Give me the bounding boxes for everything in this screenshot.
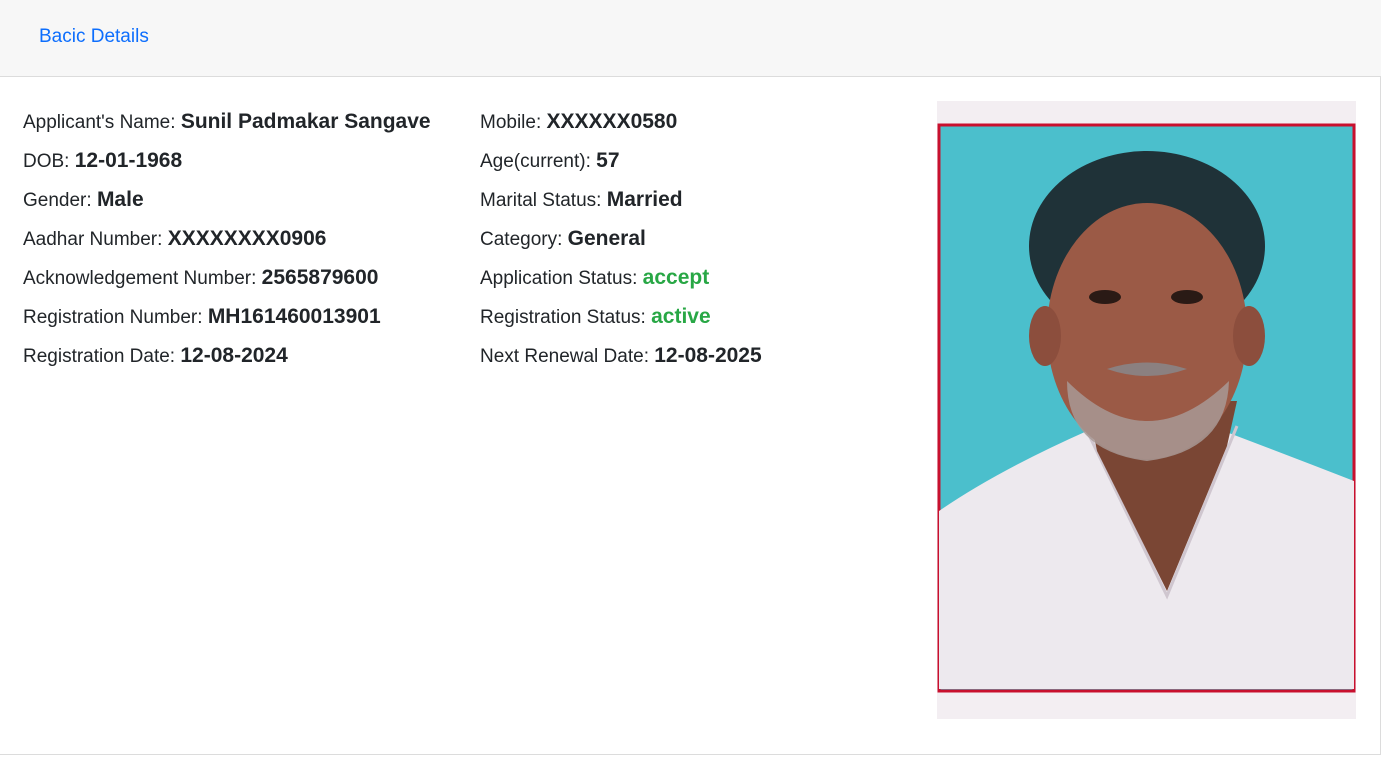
registration-status-field: Registration Status: active <box>480 303 762 342</box>
registration-date-field: Registration Date: 12-08-2024 <box>23 342 431 381</box>
field-label: Registration Date: <box>23 346 176 367</box>
field-label: Registration Status: <box>480 307 646 328</box>
next-renewal-date-field: Next Renewal Date: 12-08-2025 <box>480 342 762 381</box>
dob-field: DOB: 12-01-1968 <box>23 147 431 186</box>
field-label: Next Renewal Date: <box>480 346 649 367</box>
field-value: 12-01-1968 <box>74 149 183 172</box>
category-field: Category: General <box>480 225 762 264</box>
field-label: Aadhar Number: <box>23 229 163 250</box>
aadhar-number-field: Aadhar Number: XXXXXXXX0906 <box>23 225 431 264</box>
field-value: Sunil Padmakar Sangave <box>180 110 431 133</box>
applicant-photo <box>937 101 1356 719</box>
field-label: Category: <box>480 229 563 250</box>
card-header: Bacic Details <box>0 0 1381 77</box>
field-label: Mobile: <box>480 112 542 133</box>
field-label: Registration Number: <box>23 307 203 328</box>
applicant-photo-image <box>937 101 1356 719</box>
field-label: Marital Status: <box>480 190 602 211</box>
field-value: XXXXXXXX0906 <box>167 227 327 250</box>
field-label: Age(current): <box>480 151 591 172</box>
field-value: 2565879600 <box>261 266 379 289</box>
mobile-field: Mobile: XXXXXX0580 <box>480 108 762 147</box>
details-column-left: Applicant's Name: Sunil Padmakar Sangave… <box>23 108 431 381</box>
field-value: XXXXXX0580 <box>546 110 678 133</box>
marital-status-field: Marital Status: Married <box>480 186 762 225</box>
field-value: 12-08-2025 <box>654 344 762 367</box>
field-value: Married <box>606 188 683 211</box>
age-field: Age(current): 57 <box>480 147 762 186</box>
tab-basic-details[interactable]: Bacic Details <box>39 26 149 48</box>
details-card: Bacic Details Applicant's Name: Sunil Pa… <box>0 0 1381 755</box>
field-label: Applicant's Name: <box>23 112 176 133</box>
application-status-value: accept <box>642 266 710 289</box>
applicant-name-field: Applicant's Name: Sunil Padmakar Sangave <box>23 108 431 147</box>
gender-field: Gender: Male <box>23 186 431 225</box>
field-label: DOB: <box>23 151 70 172</box>
field-label: Gender: <box>23 190 92 211</box>
details-column-right: Mobile: XXXXXX0580 Age(current): 57 Mari… <box>480 108 762 381</box>
field-label: Acknowledgement Number: <box>23 268 257 289</box>
field-label: Application Status: <box>480 268 638 289</box>
field-value: 57 <box>596 149 620 172</box>
application-status-field: Application Status: accept <box>480 264 762 303</box>
field-value: 12-08-2024 <box>180 344 288 367</box>
acknowledgement-number-field: Acknowledgement Number: 2565879600 <box>23 264 431 303</box>
registration-number-field: Registration Number: MH161460013901 <box>23 303 431 342</box>
field-value: Male <box>96 188 144 211</box>
field-value: General <box>567 227 646 250</box>
field-value: MH161460013901 <box>207 305 381 328</box>
registration-status-value: active <box>651 305 711 328</box>
